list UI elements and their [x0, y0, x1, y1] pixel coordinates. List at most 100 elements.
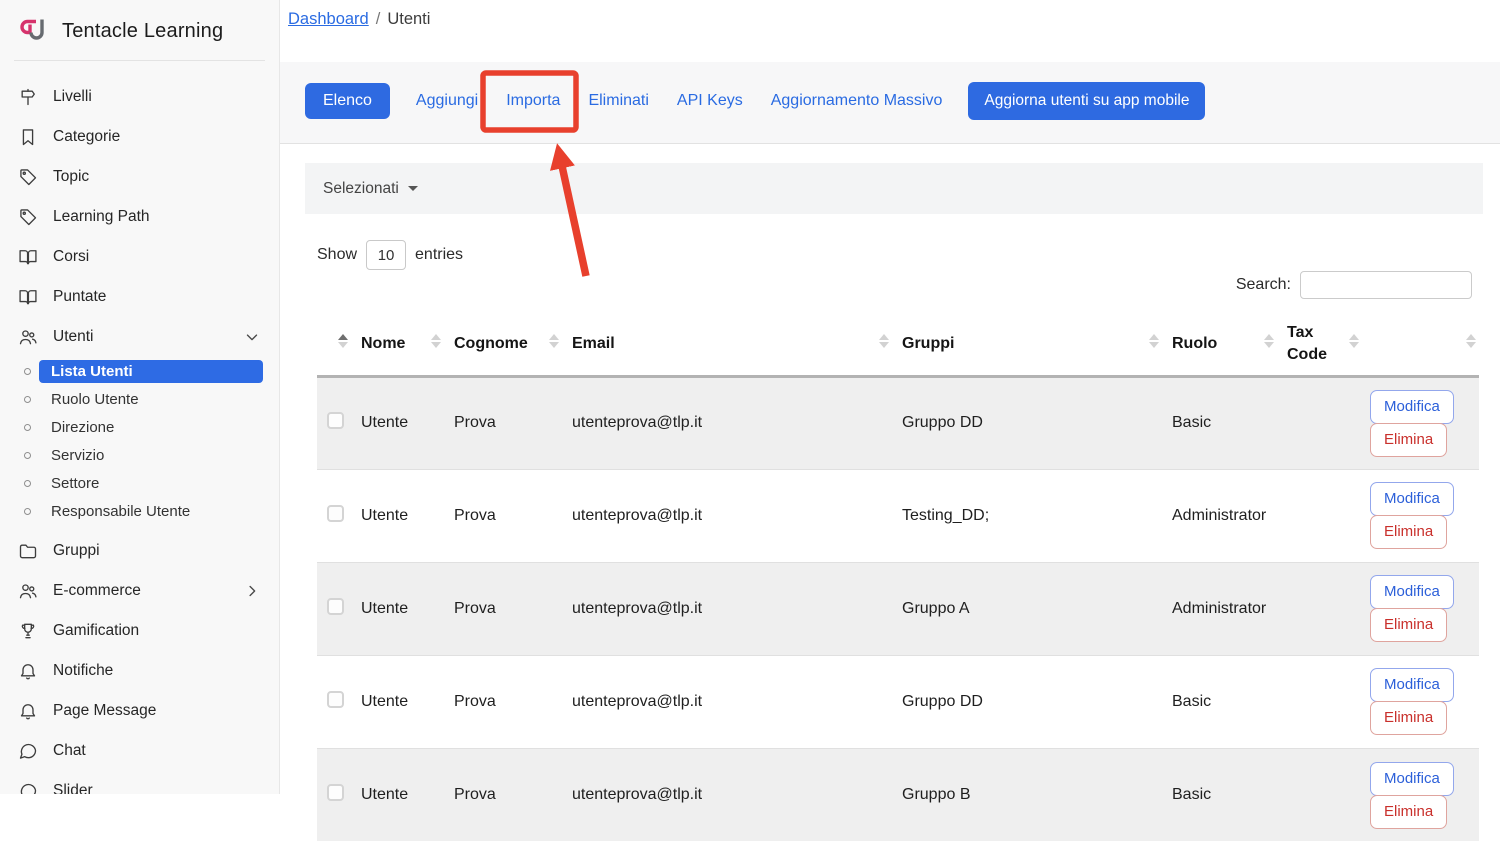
sidebar-item-label: Direzione	[39, 416, 263, 439]
cell-email: utenteprova@tlp.it	[562, 376, 892, 469]
sidebar-item-label: Utenti	[53, 328, 94, 346]
sidebar-item-gamification[interactable]: Gamification	[0, 611, 279, 651]
cell-ruolo: Administrator	[1162, 562, 1277, 655]
tab-elenco[interactable]: Elenco	[305, 83, 390, 119]
brand[interactable]: Tentacle Learning	[0, 0, 279, 60]
sidebar-item-ecommerce[interactable]: E-commerce	[0, 571, 279, 611]
column-header-actions[interactable]	[1362, 308, 1479, 376]
update-users-mobile-app-button[interactable]: Aggiorna utenti su app mobile	[968, 82, 1205, 120]
tab-importa[interactable]: Importa	[504, 83, 562, 119]
modifica-button[interactable]: Modifica	[1370, 668, 1454, 702]
sidebar-item-label: Corsi	[53, 248, 89, 266]
sidebar-nav-bottom: Gruppi E-commerce Gamification Notifiche…	[0, 525, 279, 794]
sidebar-item-label: Topic	[53, 168, 89, 186]
elimina-button[interactable]: Elimina	[1370, 795, 1447, 829]
row-checkbox[interactable]	[327, 505, 344, 522]
table-row: Utente Prova utenteprova@tlp.it Gruppo D…	[317, 376, 1479, 469]
sidebar-item-responsabile-utente[interactable]: Responsabile Utente	[0, 497, 279, 525]
users-table: Nome Cognome Email Gruppi Ruolo Tax Code…	[317, 308, 1479, 841]
chat-icon	[18, 781, 38, 794]
sidebar-item-learning-path[interactable]: Learning Path	[0, 197, 279, 237]
row-checkbox[interactable]	[327, 598, 344, 615]
book-icon	[18, 247, 38, 267]
row-checkbox[interactable]	[327, 784, 344, 801]
sidebar-item-topic[interactable]: Topic	[0, 157, 279, 197]
modifica-button[interactable]: Modifica	[1370, 390, 1454, 424]
show-label: Show	[317, 246, 357, 264]
sidebar-item-page-message[interactable]: Page Message	[0, 691, 279, 731]
sidebar-item-livelli[interactable]: Livelli	[0, 77, 279, 117]
trophy-icon	[18, 621, 38, 641]
modifica-button[interactable]: Modifica	[1370, 762, 1454, 796]
sidebar-item-label: Responsabile Utente	[39, 500, 263, 523]
modifica-button[interactable]: Modifica	[1370, 482, 1454, 516]
sidebar-item-corsi[interactable]: Corsi	[0, 237, 279, 277]
modifica-button[interactable]: Modifica	[1370, 575, 1454, 609]
column-header-cognome[interactable]: Cognome	[444, 308, 562, 376]
chat-icon	[18, 741, 38, 761]
sidebar-item-label: Settore	[39, 472, 263, 495]
elimina-button[interactable]: Elimina	[1370, 701, 1447, 735]
users-icon	[18, 581, 38, 601]
cell-gruppi: Gruppo DD	[892, 655, 1162, 748]
tab-aggiungi[interactable]: Aggiungi	[414, 83, 480, 119]
main-content: Dashboard/Utenti Elenco Aggiungi Importa…	[280, 0, 1500, 794]
bullet-icon	[24, 368, 31, 375]
sidebar-item-lista-utenti[interactable]: Lista Utenti	[0, 357, 279, 385]
column-header-gruppi[interactable]: Gruppi	[892, 308, 1162, 376]
breadcrumb-dashboard-link[interactable]: Dashboard	[288, 10, 369, 28]
row-checkbox[interactable]	[327, 412, 344, 429]
sidebar-item-servizio[interactable]: Servizio	[0, 441, 279, 469]
sidebar-item-gruppi[interactable]: Gruppi	[0, 531, 279, 571]
table-header-row: Nome Cognome Email Gruppi Ruolo Tax Code	[317, 308, 1479, 376]
chevron-right-icon	[243, 582, 261, 600]
cell-tax-code	[1277, 469, 1362, 562]
column-header-nome[interactable]: Nome	[351, 308, 444, 376]
sidebar-item-settore[interactable]: Settore	[0, 469, 279, 497]
sidebar-item-chat[interactable]: Chat	[0, 731, 279, 771]
elimina-button[interactable]: Elimina	[1370, 515, 1447, 549]
sidebar-item-categorie[interactable]: Categorie	[0, 117, 279, 157]
tab-eliminati[interactable]: Eliminati	[586, 83, 650, 119]
sidebar-item-slider[interactable]: Slider	[0, 771, 279, 794]
tab-api-keys[interactable]: API Keys	[675, 83, 745, 119]
cell-cognome: Prova	[444, 469, 562, 562]
breadcrumb-separator: /	[376, 10, 381, 28]
search-input[interactable]	[1300, 271, 1472, 299]
tab-aggiornamento-massivo[interactable]: Aggiornamento Massivo	[769, 83, 945, 119]
sidebar-item-ruolo-utente[interactable]: Ruolo Utente	[0, 385, 279, 413]
cell-gruppi: Gruppo B	[892, 748, 1162, 841]
sort-icon	[1264, 334, 1274, 348]
entries-count-input[interactable]	[366, 240, 406, 270]
elimina-button[interactable]: Elimina	[1370, 608, 1447, 642]
sidebar-item-puntate[interactable]: Puntate	[0, 277, 279, 317]
cell-gruppi: Testing_DD;	[892, 469, 1162, 562]
sidebar-item-label: Ruolo Utente	[39, 388, 263, 411]
sidebar-item-label: Lista Utenti	[39, 360, 263, 383]
sidebar-item-notifiche[interactable]: Notifiche	[0, 651, 279, 691]
cell-cognome: Prova	[444, 562, 562, 655]
elimina-button[interactable]: Elimina	[1370, 423, 1447, 457]
sort-icon	[338, 334, 348, 348]
table-row: Utente Prova utenteprova@tlp.it Gruppo D…	[317, 655, 1479, 748]
sidebar-item-direzione[interactable]: Direzione	[0, 413, 279, 441]
column-header-email[interactable]: Email	[562, 308, 892, 376]
cell-email: utenteprova@tlp.it	[562, 655, 892, 748]
cell-nome: Utente	[351, 748, 444, 841]
brand-name: Tentacle Learning	[62, 20, 223, 43]
selected-dropdown[interactable]: Selezionati	[323, 180, 418, 198]
cell-nome: Utente	[351, 655, 444, 748]
bullet-icon	[24, 424, 31, 431]
cell-email: utenteprova@tlp.it	[562, 562, 892, 655]
row-checkbox[interactable]	[327, 691, 344, 708]
bookmark-icon	[18, 127, 38, 147]
sidebar: Tentacle Learning Livelli Categorie Topi…	[0, 0, 280, 794]
sidebar-item-label: Slider	[53, 782, 93, 794]
column-header-tax-code[interactable]: Tax Code	[1277, 308, 1362, 376]
column-header-select[interactable]	[317, 308, 351, 376]
show-entries-control: Show entries	[317, 240, 463, 270]
breadcrumb: Dashboard/Utenti	[288, 10, 430, 29]
bell-icon	[18, 701, 38, 721]
column-header-ruolo[interactable]: Ruolo	[1162, 308, 1277, 376]
sidebar-item-utenti[interactable]: Utenti	[0, 317, 279, 357]
